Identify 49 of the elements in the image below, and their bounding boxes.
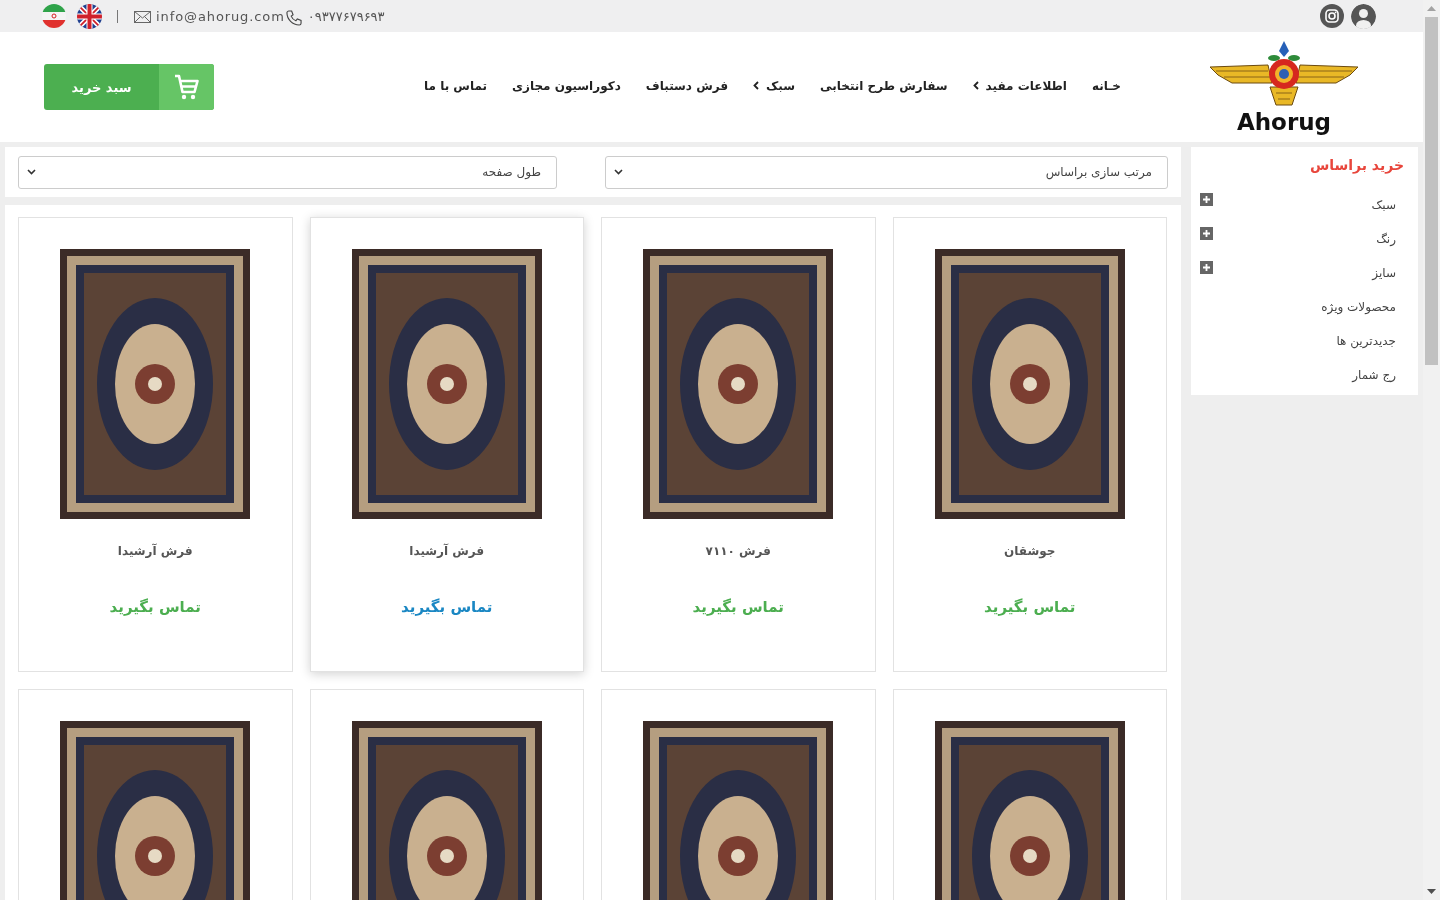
nav-link[interactable]: سفارش طرح انتخابی — [820, 78, 948, 93]
chevron-down-icon — [27, 169, 36, 175]
nav-link[interactable]: دکوراسیون مجازی — [512, 78, 621, 93]
product-name: فرش آرشیدا — [117, 542, 193, 560]
product-name: فرش ۷۱۱۰ — [705, 543, 771, 560]
iran-flag-icon[interactable] — [42, 4, 66, 28]
nav-link[interactable]: اطلاعات مفید — [972, 78, 1067, 93]
product-card[interactable]: فرش آرشیدا تماس بگیرید — [309, 217, 584, 672]
chevron-left-icon — [972, 81, 979, 90]
plus-icon[interactable] — [1200, 227, 1213, 240]
product-card[interactable] — [18, 689, 293, 900]
nav-link[interactable]: خـانه — [1091, 78, 1121, 93]
winged-emblem-icon[interactable] — [1210, 40, 1358, 107]
nav-link[interactable]: سبک — [753, 78, 796, 93]
contact-link[interactable]: تماس بگیرید — [401, 597, 493, 617]
sidebar-link[interactable]: محصولات ویژه — [1321, 300, 1396, 314]
uk-flag-icon[interactable] — [77, 3, 102, 29]
user-icon[interactable] — [1351, 3, 1376, 29]
page-length-select[interactable]: طول صفحه — [18, 155, 557, 189]
sidebar-link[interactable]: سبک — [1371, 198, 1396, 212]
camera-icon[interactable] — [1320, 4, 1344, 28]
plus-icon[interactable] — [1200, 193, 1213, 206]
email-link[interactable]: info@ahorug.com — [156, 8, 285, 24]
nav-link[interactable]: تماس با ما — [424, 78, 487, 93]
product-card[interactable] — [892, 689, 1167, 900]
product-card[interactable]: جوشقان تماس بگیرید — [892, 217, 1167, 672]
sidebar-title: خرید براساس — [1308, 156, 1404, 175]
product-name: جوشقان — [1004, 543, 1056, 561]
phone-icon — [285, 9, 302, 26]
product-card[interactable] — [601, 689, 876, 900]
sidebar-link[interactable]: رنگ — [1376, 232, 1396, 246]
product-card[interactable]: فرش آرشیدا تماس بگیرید — [18, 217, 293, 672]
product-card[interactable]: فرش ۷۱۱۰ تماس بگیرید — [601, 217, 876, 672]
chevron-left-icon — [753, 81, 760, 90]
product-card[interactable] — [309, 689, 584, 900]
sidebar-link[interactable]: جدیدترین ها — [1336, 334, 1396, 348]
chevron-down-icon — [614, 169, 623, 175]
logo-text[interactable]: Ahorug — [1236, 107, 1332, 136]
sort-select[interactable]: مرتب سازی براساس — [605, 155, 1168, 189]
plus-icon[interactable] — [1200, 261, 1213, 274]
product-name: فرش آرشیدا — [409, 542, 485, 560]
sidebar-link[interactable]: رج شمار — [1352, 368, 1396, 382]
scrollbar-thumb[interactable] — [1425, 17, 1438, 365]
nav-link[interactable]: فرش دستباف — [645, 78, 729, 93]
phone-number: ۰۹۳۷۷۶۷۹۶۹۳ — [307, 8, 385, 24]
down-arrow-icon[interactable] — [1427, 889, 1436, 894]
mail-icon — [134, 11, 151, 23]
cart-icon — [159, 64, 214, 110]
sidebar-link[interactable]: سایز — [1372, 266, 1396, 280]
